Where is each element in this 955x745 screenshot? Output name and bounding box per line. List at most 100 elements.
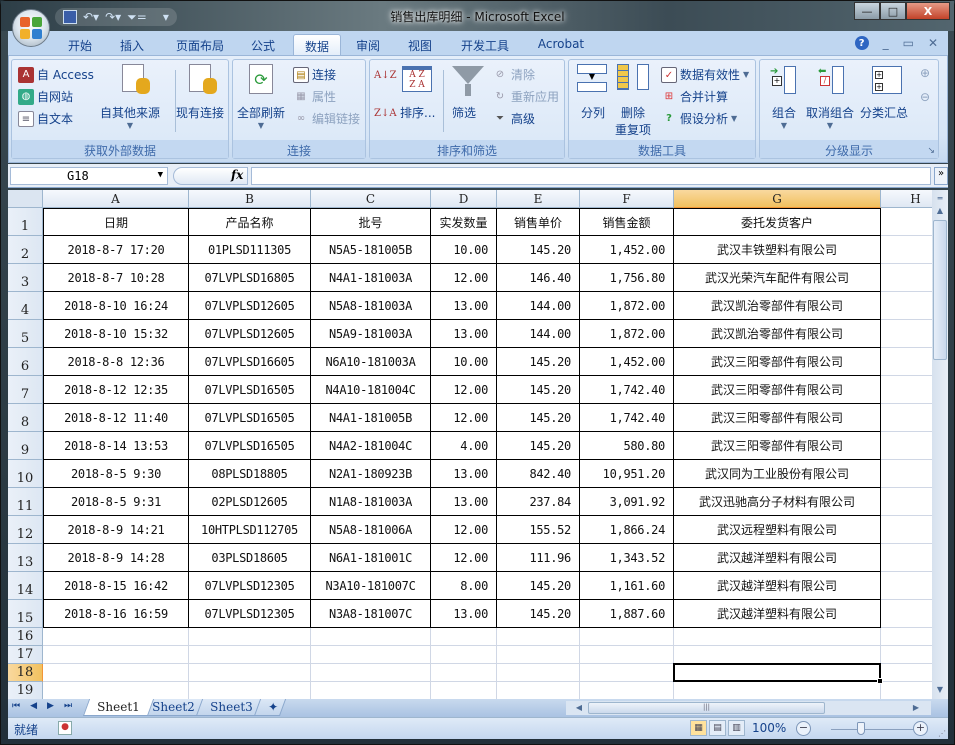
empty-cell[interactable] (431, 646, 497, 664)
first-sheet-icon[interactable]: ⏮ (12, 701, 20, 711)
macro-record-icon[interactable]: ● (58, 721, 72, 735)
table-cell[interactable]: 武汉凯治零部件有限公司 (674, 320, 881, 348)
empty-cell[interactable] (189, 664, 311, 682)
table-cell[interactable]: 03PLSD18605 (189, 544, 311, 572)
worksheet-grid[interactable]: A B C D E F G H 1 2 3 4 5 6 7 8 9 10 11 12 13 14 15 16 17 18 19 日期产… (8, 190, 932, 699)
table-cell[interactable]: 07LVPLSD12605 (189, 292, 311, 320)
table-cell[interactable]: 2018-8-15 16:42 (43, 572, 189, 600)
maximize-button[interactable]: □ (880, 2, 906, 20)
empty-cell[interactable] (881, 460, 932, 488)
table-cell[interactable]: 08PLSD18805 (189, 460, 311, 488)
empty-cell[interactable] (311, 682, 431, 699)
help-icon[interactable]: ? (854, 36, 869, 50)
table-cell[interactable]: 145.20 (497, 404, 580, 432)
column-header-b[interactable]: B (189, 190, 311, 208)
table-cell[interactable]: 13.00 (431, 488, 497, 516)
table-cell[interactable]: 4.00 (431, 432, 497, 460)
normal-view-button[interactable]: ▦ (690, 720, 707, 736)
table-cell[interactable]: 07LVPLSD16505 (189, 376, 311, 404)
table-cell[interactable]: 580.80 (580, 432, 674, 460)
row-header-18[interactable]: 18 (8, 664, 43, 682)
from-text-button[interactable]: ≡ 自文本 (18, 110, 73, 127)
empty-cell[interactable] (580, 664, 674, 682)
table-cell[interactable]: 武汉丰铁塑料有限公司 (674, 236, 881, 264)
empty-cell[interactable] (674, 646, 881, 664)
page-layout-view-button[interactable]: ▤ (709, 720, 726, 736)
table-cell[interactable]: N4A1-181005B (311, 404, 431, 432)
empty-cell[interactable] (881, 600, 932, 628)
table-cell[interactable]: 2018-8-10 15:32 (43, 320, 189, 348)
table-cell[interactable]: 02PLSD12605 (189, 488, 311, 516)
subtotal-button[interactable]: 分类汇总 (860, 104, 908, 121)
dialog-launcher-icon[interactable]: ↘ (927, 146, 935, 156)
existing-connections-button[interactable]: 现有连接 (176, 104, 224, 121)
table-cell[interactable]: 2018-8-14 13:53 (43, 432, 189, 460)
empty-cell[interactable] (43, 646, 189, 664)
table-cell[interactable]: 2018-8-16 16:59 (43, 600, 189, 628)
from-web-button[interactable]: ◍ 自网站 (18, 88, 73, 105)
empty-cell[interactable] (881, 292, 932, 320)
select-all-button[interactable] (8, 190, 43, 208)
tab-developer[interactable]: 开发工具 (454, 34, 516, 55)
filter-button[interactable]: 筛选 (452, 104, 476, 121)
table-cell[interactable]: N5A5-181005B (311, 236, 431, 264)
table-cell[interactable]: 12.00 (431, 264, 497, 292)
table-cell[interactable]: 145.20 (497, 432, 580, 460)
minimize-button[interactable]: — (854, 2, 880, 20)
table-cell[interactable]: 07LVPLSD12305 (189, 600, 311, 628)
table-cell[interactable]: 武汉三阳零部件有限公司 (674, 348, 881, 376)
empty-cell[interactable] (881, 348, 932, 376)
tab-home[interactable]: 开始 (58, 34, 102, 55)
empty-cell[interactable] (497, 664, 580, 682)
table-cell[interactable]: 1,872.00 (580, 292, 674, 320)
table-cell[interactable]: 07LVPLSD16805 (189, 264, 311, 292)
redo-icon[interactable]: ↷▾ (105, 10, 121, 24)
table-cell[interactable]: 12.00 (431, 544, 497, 572)
table-cell[interactable]: 3,091.92 (580, 488, 674, 516)
tab-page-layout[interactable]: 页面布局 (168, 34, 232, 55)
empty-cell[interactable] (311, 628, 431, 646)
empty-cell[interactable] (497, 682, 580, 699)
row-header-10[interactable]: 10 (8, 460, 43, 488)
group-button[interactable]: 组合 ▼ (772, 104, 796, 130)
table-cell[interactable]: N5A8-181003A (311, 292, 431, 320)
empty-cell[interactable] (431, 664, 497, 682)
table-cell[interactable]: 145.20 (497, 572, 580, 600)
table-cell[interactable]: 12.00 (431, 516, 497, 544)
tab-review[interactable]: 审阅 (348, 34, 388, 55)
table-cell[interactable]: 2018-8-12 11:40 (43, 404, 189, 432)
row-header-15[interactable]: 15 (8, 600, 43, 628)
empty-cell[interactable] (497, 628, 580, 646)
connections-button[interactable]: ▤ 连接 (293, 66, 336, 83)
table-cell[interactable]: 07LVPLSD16505 (189, 432, 311, 460)
empty-cell[interactable] (881, 376, 932, 404)
zoom-slider-track[interactable] (831, 729, 916, 730)
table-cell[interactable]: 07LVPLSD16605 (189, 348, 311, 376)
consolidate-button[interactable]: ⊞ 合并计算 (661, 88, 728, 105)
table-cell[interactable]: 13.00 (431, 600, 497, 628)
table-cell[interactable]: 145.20 (497, 600, 580, 628)
table-cell[interactable]: 146.40 (497, 264, 580, 292)
table-cell[interactable]: N4A1-181003A (311, 264, 431, 292)
table-cell[interactable]: 2018-8-9 14:28 (43, 544, 189, 572)
table-cell[interactable]: N4A2-181004C (311, 432, 431, 460)
table-cell[interactable]: 842.40 (497, 460, 580, 488)
ungroup-button[interactable]: 取消组合 ▼ (806, 104, 854, 130)
row-header-9[interactable]: 9 (8, 432, 43, 460)
insert-sheet-button[interactable]: ✦ (253, 699, 287, 716)
empty-cell[interactable] (431, 628, 497, 646)
table-cell[interactable]: 12.00 (431, 376, 497, 404)
refresh-all-button[interactable]: 全部刷新 ▼ (237, 104, 285, 130)
table-cell[interactable]: 1,887.60 (580, 600, 674, 628)
vertical-scroll-thumb[interactable] (933, 220, 947, 360)
column-header-h[interactable]: H (881, 190, 932, 208)
table-cell[interactable]: 武汉光荣汽车配件有限公司 (674, 264, 881, 292)
row-header-13[interactable]: 13 (8, 544, 43, 572)
table-cell[interactable]: 1,866.24 (580, 516, 674, 544)
table-cell[interactable]: 2018-8-5 9:30 (43, 460, 189, 488)
ribbon-close-icon[interactable]: ✕ (928, 36, 938, 50)
undo-icon[interactable]: ↶▾ (83, 10, 99, 24)
table-cell[interactable]: 1,452.00 (580, 236, 674, 264)
table-cell[interactable]: N5A8-181006A (311, 516, 431, 544)
row-header-19[interactable]: 19 (8, 682, 43, 699)
